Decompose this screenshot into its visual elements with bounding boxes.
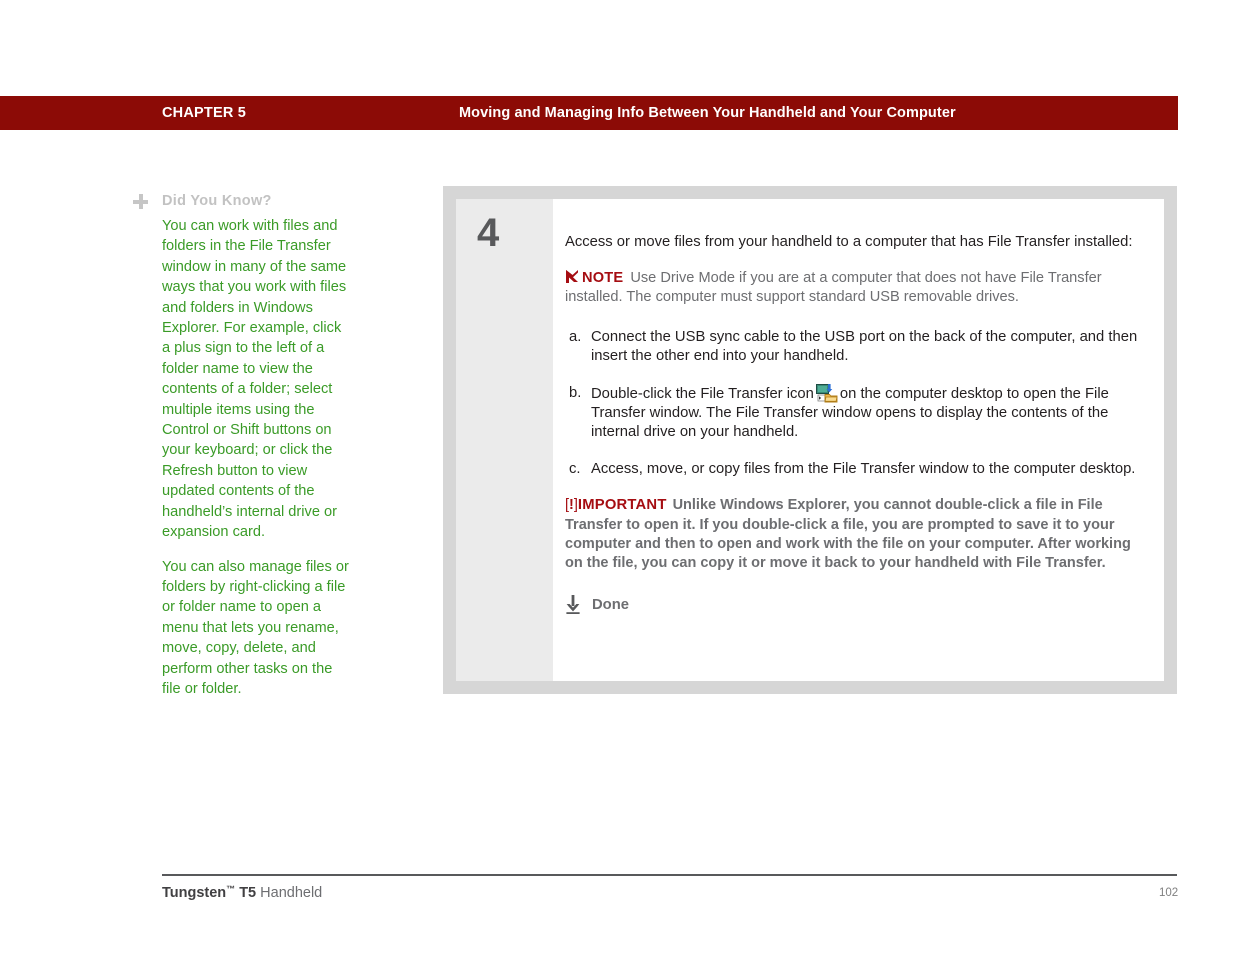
plus-icon xyxy=(133,194,148,209)
footer-product-name: Tungsten xyxy=(162,885,227,901)
step-body: Access or move files from your handheld … xyxy=(553,199,1164,681)
did-you-know-heading: Did You Know? xyxy=(162,193,272,209)
important-label: IMPORTANT xyxy=(577,497,667,514)
file-transfer-icon xyxy=(815,383,838,403)
sub-step-c-text: Access, move, or copy files from the Fil… xyxy=(591,460,1136,477)
note-text: Use Drive Mode if you are at a computer … xyxy=(565,269,1102,306)
done-row: Done xyxy=(565,595,1138,615)
note-label: NOTE xyxy=(582,269,624,286)
sub-step-c-marker: c. xyxy=(569,460,581,477)
header-chapter-title: Moving and Managing Info Between Your Ha… xyxy=(459,105,956,121)
step-number: 4 xyxy=(477,211,500,255)
footer-model: T5 xyxy=(235,885,257,901)
note-flag-icon xyxy=(565,269,579,284)
footer-page-number: 102 xyxy=(1159,887,1179,899)
sidebar-paragraph-1: You can work with files and folders in t… xyxy=(162,218,347,541)
sub-step-list: a. Connect the USB sync cable to the USB… xyxy=(565,328,1138,479)
sub-step-b-text-before: Double-click the File Transfer icon xyxy=(591,385,814,402)
sub-step-a-marker: a. xyxy=(569,328,582,345)
header-chapter-label: CHAPTER 5 xyxy=(162,105,246,121)
step-content-box: 4 Access or move files from your handhel… xyxy=(443,186,1177,694)
footer-divider xyxy=(162,874,1177,876)
down-arrow-icon xyxy=(565,595,581,615)
sub-step-b: b. Double-click the File Transfer icon o… xyxy=(565,383,1138,443)
step-lead-paragraph: Access or move files from your handheld … xyxy=(565,234,1133,250)
sub-step-b-marker: b. xyxy=(569,384,582,401)
done-label: Done xyxy=(592,596,629,613)
step-number-column: 4 xyxy=(456,199,553,681)
sub-step-c: c. Access, move, or copy files from the … xyxy=(565,460,1138,479)
step-content-inner: 4 Access or move files from your handhel… xyxy=(456,199,1164,681)
footer-product-type: Handheld xyxy=(260,885,323,901)
footer-product-label: Tungsten™ T5 Handheld xyxy=(162,884,322,901)
did-you-know-sidebar: Did You Know? You can work with files an… xyxy=(133,192,352,713)
sidebar-paragraph-2: You can also manage files or folders by … xyxy=(162,558,349,697)
page-header-bar: CHAPTER 5 Moving and Managing Info Betwe… xyxy=(0,96,1178,130)
note-callout: NOTE Use Drive Mode if you are at a compu… xyxy=(565,269,1138,308)
sub-step-a-text: Connect the USB sync cable to the USB po… xyxy=(591,328,1138,365)
did-you-know-heading-row: Did You Know? xyxy=(133,192,352,214)
footer-trademark-symbol: ™ xyxy=(226,884,236,894)
sub-step-a: a. Connect the USB sync cable to the USB… xyxy=(565,328,1138,367)
important-callout: [!]IMPORTANT Unlike Windows Explorer, you… xyxy=(565,496,1138,573)
